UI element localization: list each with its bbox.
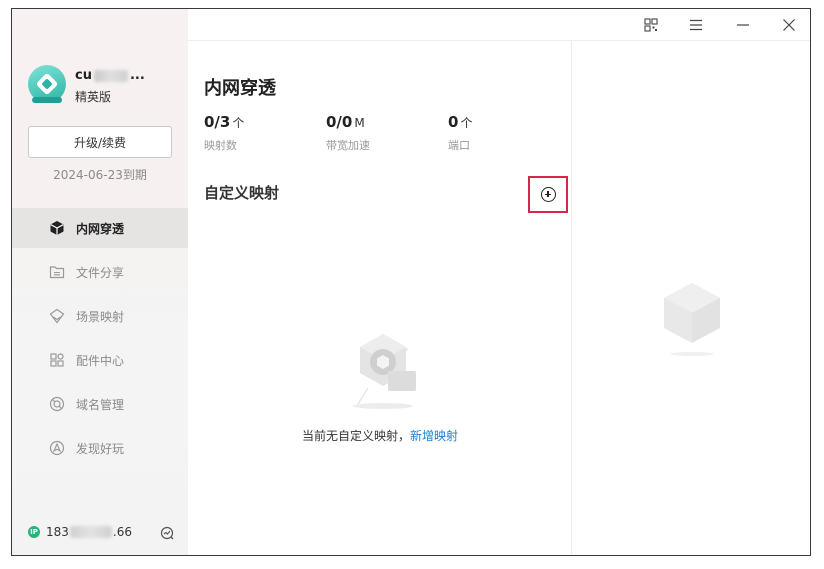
sidebar-item-label: 内网穿透 <box>76 221 125 236</box>
plan-badge: 精英版 <box>75 90 112 104</box>
scene-icon <box>48 307 66 325</box>
minimize-icon[interactable] <box>734 16 752 34</box>
empty-state-illustration <box>338 326 428 416</box>
speed-test-icon[interactable] <box>160 525 174 540</box>
main-panel: 内网穿透 0/3 个 映射数 0/0 M 带宽加速 0个 端口 自定义映射 当前… <box>188 41 572 555</box>
compass-icon <box>48 439 66 457</box>
stat-value: 0 <box>448 113 459 131</box>
sidebar-item-file-share[interactable]: 文件分享 <box>12 252 188 292</box>
detail-placeholder-cube-icon <box>660 279 724 359</box>
menu-icon[interactable] <box>687 16 705 34</box>
sidebar-item-label: 发现好玩 <box>76 441 125 456</box>
grid-icon <box>48 351 66 369</box>
sidebar-item-domain[interactable]: 域名管理 <box>12 384 188 424</box>
sidebar-item-label: 文件分享 <box>76 265 125 280</box>
avatar-base <box>32 97 62 103</box>
sidebar-item-intranet[interactable]: 内网穿透 <box>12 208 188 248</box>
empty-state-message: 当前无自定义映射，新增映射 <box>188 427 572 444</box>
expire-date: 2024-06-23到期 <box>53 168 147 182</box>
sidebar: cu ... 精英版 升级/续费 2024-06-23到期 内网穿透 文件分享 <box>12 9 188 555</box>
sidebar-nav: 内网穿透 文件分享 场景映射 配件中心 域名管理 发现好玩 <box>12 208 188 472</box>
username-redacted <box>93 69 128 82</box>
title-bar <box>188 9 810 41</box>
stat-ports: 0个 端口 <box>448 113 472 153</box>
sidebar-item-scene[interactable]: 场景映射 <box>12 296 188 336</box>
ip-address: IP 183 .66 <box>28 525 132 539</box>
add-mapping-button[interactable] <box>528 176 568 213</box>
ip-redacted <box>69 526 112 538</box>
app-window: cu ... 精英版 升级/续费 2024-06-23到期 内网穿透 文件分享 <box>11 8 811 556</box>
sidebar-item-label: 配件中心 <box>76 353 125 368</box>
username-suffix: ... <box>129 68 145 83</box>
username: cu ... <box>75 68 145 83</box>
plus-circle-icon <box>540 187 556 202</box>
stat-value: 0/3 <box>204 113 231 131</box>
stat-label: 端口 <box>448 139 470 152</box>
stat-label: 映射数 <box>204 139 237 152</box>
stat-unit: M <box>354 116 365 130</box>
stat-value: 0/0 <box>326 113 353 131</box>
username-prefix: cu <box>75 68 92 83</box>
ip-badge-icon: IP <box>28 526 40 538</box>
stat-mappings: 0/3 个 映射数 <box>204 113 244 153</box>
cube-icon <box>48 219 66 237</box>
stat-label: 带宽加速 <box>326 139 370 152</box>
sidebar-item-label: 域名管理 <box>76 397 125 412</box>
stat-unit: 个 <box>232 116 245 130</box>
empty-state-text: 当前无自定义映射， <box>301 429 410 443</box>
domain-icon <box>48 395 66 413</box>
add-mapping-link[interactable]: 新增映射 <box>410 429 458 443</box>
section-title: 自定义映射 <box>204 184 280 202</box>
close-icon[interactable] <box>780 16 798 34</box>
ip-prefix: 183 <box>46 525 69 539</box>
sidebar-item-accessories[interactable]: 配件中心 <box>12 340 188 380</box>
folder-share-icon <box>48 263 66 281</box>
qrcode-icon[interactable] <box>642 16 660 34</box>
ip-suffix: .66 <box>112 525 132 539</box>
sidebar-item-label: 场景映射 <box>76 309 125 324</box>
sidebar-item-discover[interactable]: 发现好玩 <box>12 428 188 468</box>
stat-unit: 个 <box>460 116 473 130</box>
page-title: 内网穿透 <box>204 78 276 99</box>
upgrade-button[interactable]: 升级/续费 <box>28 126 172 158</box>
stat-bandwidth: 0/0 M 带宽加速 <box>326 113 370 153</box>
